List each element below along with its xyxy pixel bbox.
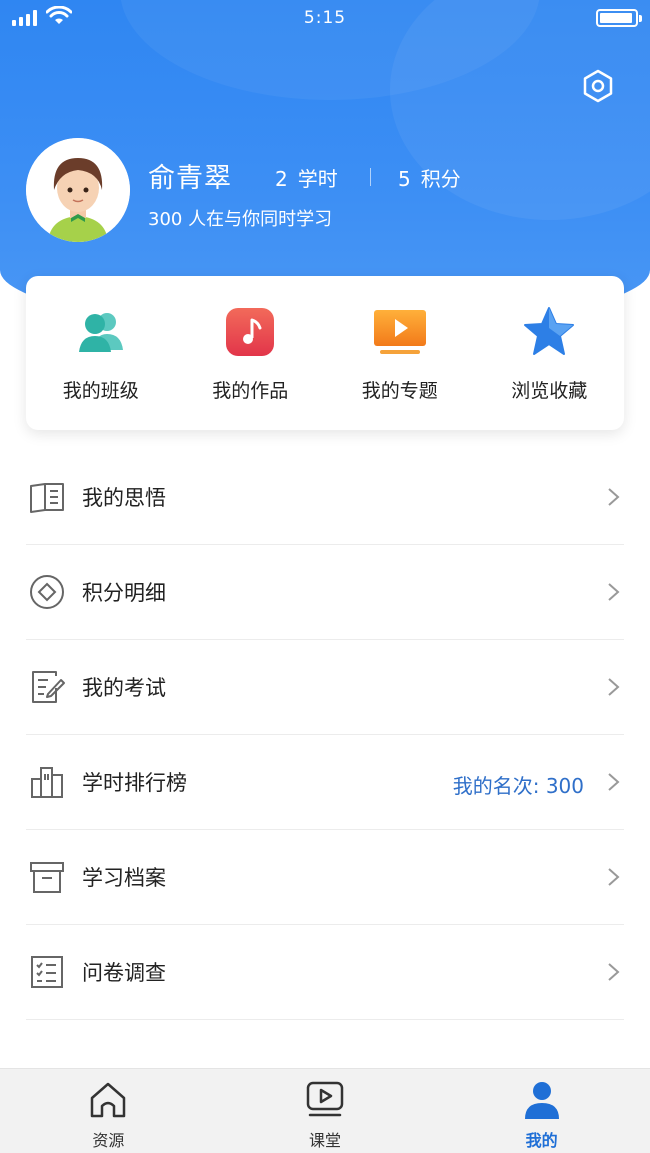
menu-item-reflections[interactable]: 我的思悟 (26, 450, 624, 545)
menu-item-label: 学时排行榜 (82, 771, 187, 795)
points-value: 5 (398, 167, 411, 191)
menu-item-label: 我的考试 (82, 676, 166, 700)
points-diamond-icon (30, 575, 64, 609)
chevron-right-icon (608, 583, 620, 601)
menu-item-label: 问卷调查 (82, 961, 166, 985)
menu-item-survey[interactable]: 问卷调查 (26, 925, 624, 1020)
menu-item-points-detail[interactable]: 积分明细 (26, 545, 624, 640)
chevron-right-icon (608, 963, 620, 981)
book-icon (30, 483, 64, 513)
chevron-right-icon (608, 488, 620, 506)
quick-action-label: 浏览收藏 (511, 380, 588, 402)
bottom-tab-bar: 资源 课堂 我的 (0, 1068, 650, 1153)
battery-icon (596, 9, 642, 27)
menu-item-label: 积分明细 (82, 581, 166, 605)
tab-label: 资源 (92, 1131, 125, 1150)
points-unit: 积分 (420, 167, 461, 191)
person-icon (524, 1082, 559, 1119)
tab-label: 我的 (525, 1131, 558, 1150)
tab-mine[interactable]: 我的 (433, 1069, 650, 1153)
menu-item-label: 学习档案 (82, 866, 166, 890)
archive-box-icon (30, 862, 64, 893)
group-icon (78, 313, 123, 352)
status-time: 5:15 (303, 8, 347, 28)
chevron-right-icon (608, 868, 620, 886)
menu-item-label: 我的思悟 (82, 486, 166, 510)
menu-item-my-exams[interactable]: 我的考试 (26, 640, 624, 735)
my-rank-text: 我的名次: 300 (452, 774, 584, 798)
quick-action-label: 我的作品 (212, 380, 289, 402)
quick-actions-card: 我的班级 我的作品 我的专题 浏览收藏 (26, 276, 624, 430)
star-icon (524, 307, 575, 355)
stat-divider (370, 168, 371, 186)
menu-item-learning-archive[interactable]: 学习档案 (26, 830, 624, 925)
points-stat: 5 积分 (398, 163, 461, 192)
quick-my-works-button[interactable]: 我的作品 (176, 276, 326, 430)
chevron-right-icon (608, 773, 620, 791)
study-hours-value: 2 (275, 167, 288, 191)
tab-resources[interactable]: 资源 (0, 1069, 217, 1153)
checklist-icon (31, 956, 63, 988)
quick-my-topics-button[interactable]: 我的专题 (325, 276, 475, 430)
user-name: 俞青翠 (148, 163, 232, 194)
study-hours-stat: 2 学时 (275, 163, 338, 192)
ranking-building-icon (31, 767, 63, 798)
home-icon (91, 1082, 126, 1118)
quick-action-label: 我的班级 (62, 380, 139, 402)
quick-action-label: 我的专题 (361, 380, 438, 402)
video-screen-icon (373, 310, 426, 354)
chevron-right-icon (608, 678, 620, 696)
study-hours-unit: 学时 (297, 167, 338, 191)
quick-favorites-button[interactable]: 浏览收藏 (475, 276, 625, 430)
tab-label: 课堂 (309, 1131, 342, 1150)
settings-icon[interactable] (580, 68, 616, 104)
menu-item-hours-ranking[interactable]: 学时排行榜 我的名次: 300 (26, 735, 624, 830)
play-screen-icon (306, 1081, 344, 1117)
status-bar: 5:15 (0, 0, 650, 36)
avatar[interactable] (26, 138, 130, 242)
tab-classroom[interactable]: 课堂 (217, 1069, 434, 1153)
quick-my-class-button[interactable]: 我的班级 (26, 276, 176, 430)
online-learners-text: 300 人在与你同时学习 (148, 209, 333, 230)
exam-edit-icon (32, 671, 65, 703)
music-note-icon (226, 308, 275, 356)
menu-list: 我的思悟 积分明细 我的考试 学时排行榜 我的名次: 300 学习档案 问卷调查 (26, 450, 624, 1020)
